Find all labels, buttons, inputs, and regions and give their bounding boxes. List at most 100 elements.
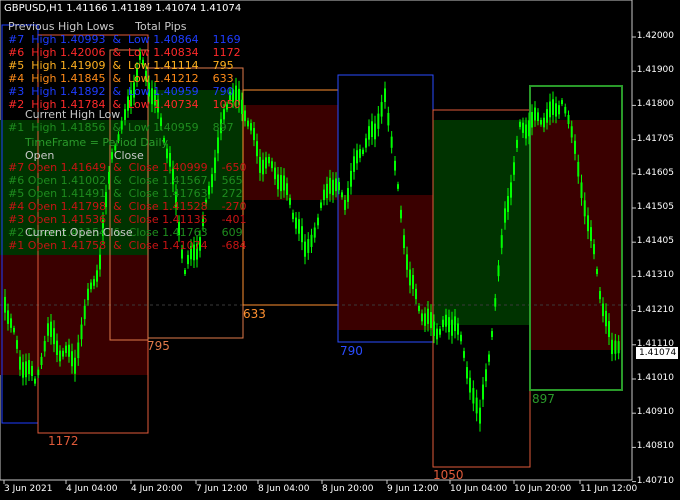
price-tick-label: 1.41010 [636,373,674,383]
candle-body [442,319,444,328]
candle-body [587,215,589,232]
candle-body [583,200,586,217]
box-label-1050: 1050 [433,468,464,482]
candle-body [16,340,18,349]
candle-body [280,175,282,192]
time-tick-label: 3 Jun 2021 [4,484,53,494]
candle-body [475,397,478,414]
candle-body [497,265,500,277]
time-tick-label: 4 Jun 20:00 [131,484,183,494]
price-tick-label: 1.40810 [636,441,674,452]
timeframe-label: TimeFrame = Period Daily [25,136,169,149]
current-oc-row: #1 Open 1.41758 & Close 1.41074 -684 [8,239,247,252]
candle-body [365,138,367,148]
candle-body [485,369,487,382]
candle-body [561,100,563,105]
candle-body [362,149,364,155]
candle-body [93,279,95,286]
candle-body [338,181,340,191]
candle-body [454,316,456,332]
candle-body [451,319,453,336]
candle-body [356,150,358,164]
price-tick-label: 1.40910 [636,407,674,418]
oc-row: #7 Open 1.41649 & Close 1.40999 -650 [8,161,247,174]
price-tick-label: 1.41705 [636,133,674,144]
candle-body [608,321,610,338]
oc-row: #6 Open 1.41002 & Close 1.41567 565 [8,174,243,187]
candle-body [593,244,595,255]
candle-body [62,350,64,357]
candle-body [390,136,393,148]
candle-body [543,117,545,128]
candle-body [313,227,316,238]
candle-body [534,107,536,121]
candle-body [472,388,475,404]
candle-body [605,310,607,327]
candle-body [463,351,465,358]
price-tick-label: 1.41405 [636,236,674,247]
candle-body [265,157,267,169]
candle-body [430,312,432,329]
candle-body [513,162,515,175]
candle-body [617,341,620,354]
candle-body [271,161,273,169]
candle-body [439,328,441,335]
candle-body [34,378,36,384]
candle-body [519,121,521,127]
candle-body [596,268,598,275]
candle-body [22,362,24,378]
candle-body [552,99,554,115]
candle-body [504,208,506,223]
current-hl-label: Current High Low [25,108,121,121]
candle-body [28,360,30,375]
candle-body [599,291,601,300]
candle-body [268,156,270,164]
candle-body [77,342,80,359]
candle-body [68,344,70,357]
candle-body [274,167,276,180]
candle-body [71,351,73,367]
panel-header: Previous High Lows Total Pips [8,20,187,33]
candle-body [424,313,426,326]
candle-body [262,159,264,175]
box-label-795: 795 [147,339,170,353]
current-oc-label: Current Open Close [25,226,133,239]
time-tick-label: 7 Jun 12:00 [196,484,248,494]
candle-body [166,148,168,159]
candle-body [259,156,261,173]
candle-body [590,227,592,242]
time-tick-label: 10 Jun 20:00 [514,484,572,494]
candle-body [457,323,459,335]
candle-body [371,121,373,138]
candle-body [448,317,450,333]
candle-body [50,321,52,337]
candle-body [482,384,484,400]
candle-body [397,184,399,189]
candle-body [421,313,423,322]
candle-body [466,367,468,379]
candle-body [31,365,33,376]
candle-body [289,197,291,205]
candle-body [614,340,617,354]
candle-body [307,239,310,253]
oc-row: #3 Open 1.41536 & Close 1.41135 -401 [8,213,247,226]
candle-body [516,139,518,148]
candle-body [326,183,328,199]
price-tick-label: 1.42000 [636,31,674,41]
candle-body [567,114,570,124]
candle-body [292,212,294,220]
candle-body [558,105,560,115]
candle-body [528,120,530,137]
candle-body [65,345,67,354]
candle-body [602,303,604,317]
candle-body [344,200,346,210]
candle-body [494,298,497,307]
candle-body [525,124,527,139]
candle-body [250,123,252,131]
candle-body [384,88,386,102]
candle-body [500,235,503,248]
oc-row: #5 Open 1.41491 & Close 1.41763 272 [8,187,243,200]
candle-body [491,331,493,338]
time-tick-label: 10 Jun 04:00 [450,484,508,494]
candle-body [555,103,557,117]
